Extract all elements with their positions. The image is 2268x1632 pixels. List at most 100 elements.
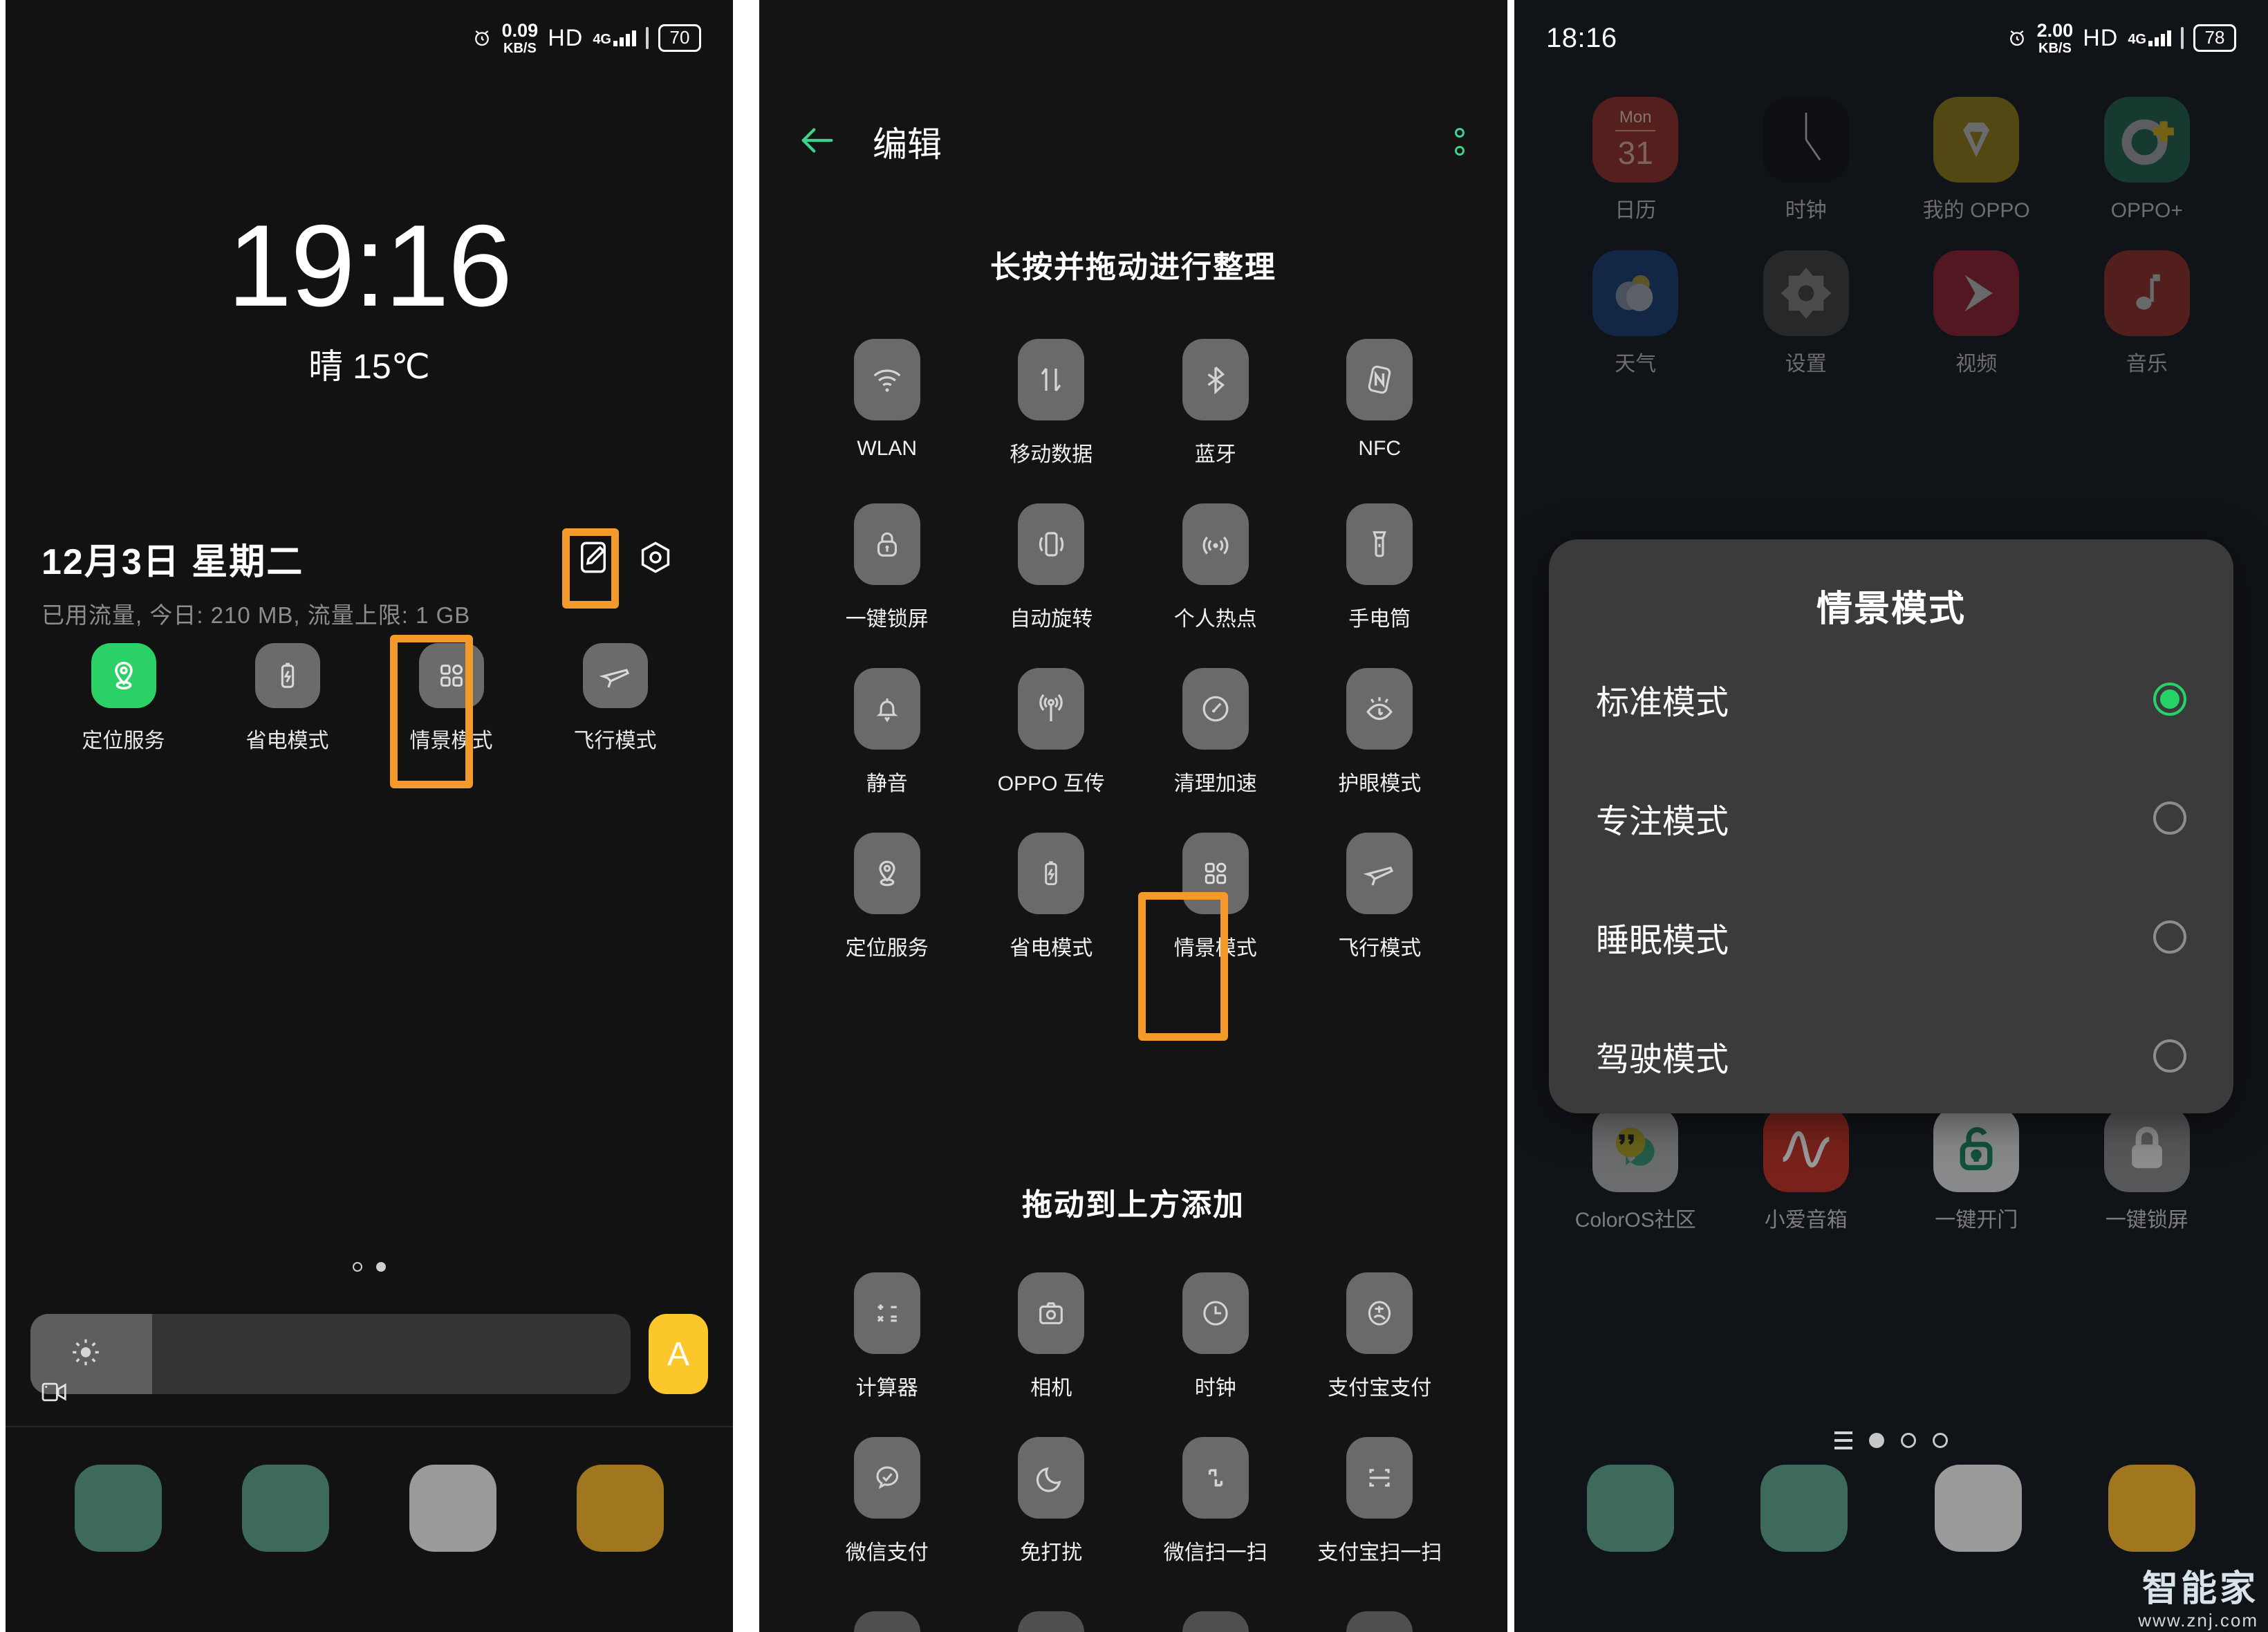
edit-tile-label: 微信支付 [845,1541,929,1564]
edit-tile-clock[interactable]: 时钟 [1133,1272,1298,1401]
edit-tile-bluetooth[interactable]: 蓝牙 [1133,339,1298,467]
edit-tile-wlan[interactable]: WLAN [805,339,969,467]
edit-tile-hotspot[interactable]: 个人热点 [1133,503,1298,632]
menu-lines-icon[interactable] [1834,1431,1852,1449]
home-app-one-tap-unlock[interactable]: 一键开门 [1891,1106,2062,1234]
edit-tile-scene-mode[interactable]: 情景模式 [1133,833,1298,961]
edit-tile-calculator[interactable]: 计算器 [805,1272,969,1401]
edit-tile-location[interactable]: 定位服务 [805,833,969,961]
dock-app-uc-browser[interactable] [537,1465,704,1552]
home-app-calendar[interactable]: Mon 31 日历 [1550,97,1721,224]
quick-tile-airplane-mode[interactable]: 飞行模式 [533,643,697,754]
shade-page-indicator [6,1262,733,1272]
radio-icon[interactable] [2153,920,2186,954]
location-pin-icon [853,833,920,914]
edit-tile-power-saving[interactable]: 省电模式 [969,833,1134,961]
dialog-option-standard[interactable]: 标准模式 [1549,648,2233,750]
alarm-clock-icon [472,28,492,48]
home-app-my-oppo[interactable]: 我的 OPPO [1891,97,2062,224]
dock-app-phone[interactable] [35,1465,202,1552]
home-app-label: OPPO+ [2110,199,2183,222]
edit-tile-auto-rotate[interactable]: 自动旋转 [969,503,1134,632]
home-app-video[interactable]: 视频 [1891,250,2062,378]
coloros-community-icon [1592,1106,1679,1192]
video-play-icon [1933,250,2020,336]
phone-icon [75,1465,162,1552]
edit-tile-oppo-share[interactable]: OPPO 互传 [969,668,1134,797]
radio-selected-icon[interactable] [2153,683,2186,716]
page-dot[interactable] [1901,1433,1916,1448]
dialog-title: 情景模式 [1816,589,1966,629]
lock-screen-icon [853,503,920,585]
camera-icon [409,1465,496,1552]
home-app-coloros-community[interactable]: ColorOS社区 [1550,1106,1721,1234]
edit-pencil-icon[interactable] [575,539,611,575]
radio-icon[interactable] [2153,1039,2186,1073]
music-note-icon [2103,250,2190,336]
quick-tile-location[interactable]: 定位服务 [41,643,205,754]
settings-gear-icon [1763,250,1849,336]
panel-notification-shade: 0.09 KB/S HD 4G 70 19:16 晴 15℃ 12月3日 星期二… [6,0,733,1632]
dock-app-camera[interactable] [1891,1465,2065,1552]
dock-app-messages[interactable] [202,1465,369,1552]
page-dot-active[interactable] [376,1262,386,1272]
edit-tile-nfc[interactable]: NFC [1298,339,1462,467]
quick-tile-power-saving[interactable]: 省电模式 [205,643,369,754]
edit-tile-mobile-data[interactable]: 移动数据 [969,339,1134,467]
back-arrow-icon[interactable] [799,124,839,160]
edit-tile-eye-care[interactable]: 护眼模式 [1298,668,1462,797]
brightness-control-row: A [30,1314,708,1394]
clock-weather: 晴 15℃ [308,347,430,386]
radio-icon[interactable] [2153,801,2186,835]
dialog-option-sleep[interactable]: 睡眠模式 [1549,886,2233,988]
brightness-slider[interactable] [30,1314,631,1394]
dialog-option-driving[interactable]: 驾驶模式 [1549,1005,2233,1107]
home-app-settings[interactable]: 设置 [1721,250,1892,378]
oppo-share-icon [1018,668,1085,750]
edit-tile-label: 定位服务 [845,937,929,960]
brightness-sun-icon [69,1336,102,1373]
home-app-xiaoai-speaker[interactable]: 小爱音箱 [1721,1106,1892,1234]
home-app-clock[interactable]: 时钟 [1721,97,1892,224]
home-dock [1514,1465,2268,1552]
edit-tile-airplane-mode[interactable]: 飞行模式 [1298,833,1462,961]
edit-tile-clean-speed[interactable]: 清理加速 [1133,668,1298,797]
home-app-oppo-plus[interactable]: OPPO+ [2062,97,2233,224]
auto-brightness-button[interactable]: A [649,1314,708,1394]
watermark-url: www.znj.com [2138,1610,2258,1631]
home-app-one-tap-lock[interactable]: 一键锁屏 [2062,1106,2233,1234]
edit-tile-lock-screen[interactable]: 一键锁屏 [805,503,969,632]
battery-saver-icon [1018,833,1085,914]
edit-tile-mute[interactable]: 静音 [805,668,969,797]
network-speed-unit: KB/S [2038,40,2072,56]
more-vertical-icon[interactable] [1455,128,1465,156]
mute-bell-icon [853,668,920,750]
location-hex-icon[interactable] [638,539,673,575]
volte-hd-indicator: HD [2083,24,2119,51]
dock-app-uc-browser[interactable] [2065,1465,2240,1552]
home-app-music[interactable]: 音乐 [2062,250,2233,378]
dialog-option-focus[interactable]: 专注模式 [1549,767,2233,869]
alipay-scan-icon [1346,1437,1413,1519]
dock-app-camera[interactable] [369,1465,537,1552]
dialog-option-label: 驾驶模式 [1596,1041,1729,1078]
edit-tile-alipay-scan[interactable]: 支付宝扫一扫 [1298,1437,1462,1566]
screen-record-icon[interactable] [40,1380,69,1407]
page-dot[interactable] [353,1262,362,1272]
page-dot[interactable] [1933,1433,1948,1448]
home-app-weather[interactable]: 天气 [1550,250,1721,378]
page-dot-active[interactable] [1869,1433,1884,1448]
edit-tile-label: NFC [1358,437,1402,460]
quick-tile-scene-mode[interactable]: 情景模式 [369,643,533,754]
dock-app-phone[interactable] [1543,1465,1718,1552]
edit-tile-flashlight[interactable]: 手电筒 [1298,503,1462,632]
edit-tile-camera[interactable]: 相机 [969,1272,1134,1401]
edit-tile-wechat-scan[interactable]: 微信扫一扫 [1133,1437,1298,1566]
edit-tile-do-not-disturb[interactable]: 免打扰 [969,1437,1134,1566]
dock-app-messages[interactable] [1718,1465,1892,1552]
partial-tile-chip [853,1611,920,1632]
edit-tile-wechat-pay[interactable]: 微信支付 [805,1437,969,1566]
uc-browser-icon [577,1465,664,1552]
edit-tile-alipay-pay[interactable]: 支付宝支付 [1298,1272,1462,1401]
watermark: 智能家 www.znj.com [2138,1571,2258,1629]
